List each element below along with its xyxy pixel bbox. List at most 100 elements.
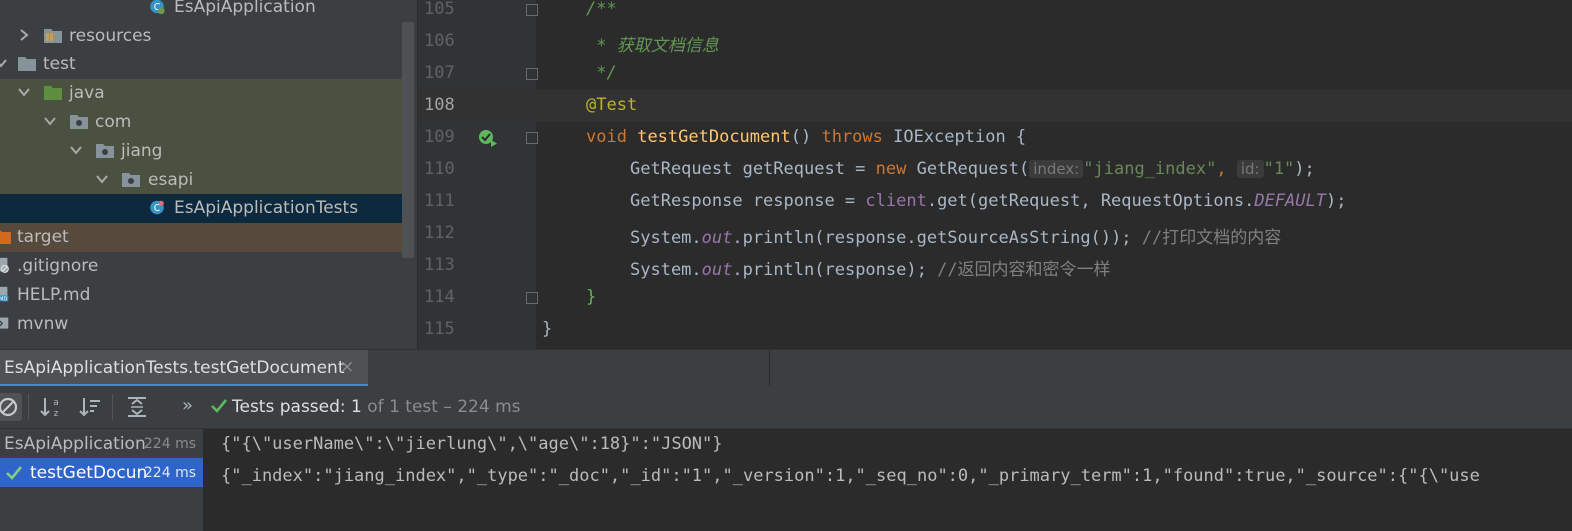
test-case-row[interactable]: testGetDocun 224 ms: [0, 458, 203, 487]
parameter-hint: id:: [1236, 160, 1264, 178]
tree-item-com[interactable]: com: [0, 108, 402, 137]
code-token: .get(getRequest, RequestOptions.: [926, 191, 1255, 211]
show-passed-toggle[interactable]: [0, 393, 22, 421]
line-number: 111: [424, 191, 455, 211]
tree-item-label: jiang: [121, 141, 163, 161]
test-source-folder-icon: [44, 86, 62, 100]
chevron-down-icon[interactable]: [17, 85, 31, 99]
code-text: @Test: [586, 95, 637, 115]
test-suite-row[interactable]: EsApiApplication 224 ms: [0, 429, 203, 458]
code-line-110[interactable]: 110 GetRequest getRequest = new GetReque…: [418, 154, 1572, 186]
code-token: .println(response.getSourceAsString());: [732, 228, 1142, 248]
doc-comment: /**: [586, 0, 617, 19]
sort-duration-icon: [79, 398, 100, 417]
line-number: 112: [424, 223, 455, 243]
ignore-file-icon: [0, 257, 9, 273]
run-test-passed-icon[interactable]: [478, 128, 498, 148]
tree-item-java[interactable]: java: [0, 79, 402, 108]
code-line-113[interactable]: 113 System.out.println(response); //返回内容…: [418, 250, 1572, 282]
code-line-105[interactable]: 105 /**: [418, 0, 1572, 26]
run-toolbar: az » Tests passed: 1 of 1 test – 224 ms: [0, 386, 1572, 429]
line-number: 106: [424, 31, 455, 51]
run-tool-window-tabs: EsApiApplicationTests.testGetDocument ×: [0, 349, 1572, 387]
annotation: @Test: [586, 95, 638, 115]
tree-item-label: resources: [69, 26, 152, 46]
tree-item-esapiapplicationtests[interactable]: C EsApiApplicationTests: [0, 194, 402, 223]
code-token: GetRequest(: [906, 159, 1030, 179]
line-number: 107: [424, 63, 455, 83]
code-token: GetRequest getRequest =: [630, 159, 876, 179]
package-icon: [70, 115, 88, 129]
script-file-icon: [0, 317, 9, 329]
code-token: GetResponse response =: [630, 191, 866, 211]
chevron-down-icon[interactable]: [95, 172, 109, 186]
console-output[interactable]: {"{\"userName\":\"jierlung\",\"age\":18}…: [203, 429, 1572, 531]
console-line: {"{\"userName\":\"jierlung\",\"age\":18}…: [221, 434, 723, 454]
code-editor[interactable]: 105 /** 106 * 获取文档信息 107 */ 108 @Test 10…: [418, 0, 1572, 349]
code-line-111[interactable]: 111 GetResponse response = client.get(ge…: [418, 186, 1572, 218]
code-token: );: [1294, 159, 1315, 179]
code-text: }: [542, 319, 553, 339]
tree-item-test[interactable]: test: [0, 50, 402, 79]
tree-item-gitignore[interactable]: .gitignore: [0, 252, 402, 281]
tree-scrollbar[interactable]: [402, 22, 414, 258]
sort-by-duration-button[interactable]: [76, 393, 104, 421]
test-results-tree: EsApiApplication 224 ms testGetDocun 224…: [0, 429, 203, 531]
code-token: .println(response);: [732, 260, 938, 280]
code-token: System.: [630, 260, 702, 280]
package-icon: [96, 144, 114, 158]
chevron-down-icon[interactable]: [0, 56, 8, 70]
tree-item-mvnw[interactable]: mvnw: [0, 310, 402, 339]
tree-item-target[interactable]: target: [0, 223, 402, 252]
code-token: );: [1326, 191, 1347, 211]
more-actions-icon[interactable]: »: [182, 395, 193, 416]
folder-icon: [18, 57, 36, 71]
code-line-108[interactable]: 108 @Test: [418, 90, 1572, 122]
code-line-106[interactable]: 106 * 获取文档信息: [418, 26, 1572, 58]
keyword: new: [875, 159, 907, 179]
project-tree-panel: C EsApiApplication resources test java c…: [0, 0, 417, 349]
fold-marker-icon[interactable]: [526, 68, 538, 80]
tree-item-resources[interactable]: resources: [0, 22, 402, 51]
test-name: EsApiApplication: [4, 434, 146, 454]
fold-marker-icon[interactable]: [526, 4, 538, 16]
status-detail: of 1 test – 224 ms: [367, 397, 521, 417]
code-text: GetRequest getRequest = new GetRequest( i…: [630, 159, 1315, 179]
test-class-icon: C: [150, 200, 164, 215]
tree-item-help-md[interactable]: MD HELP.md: [0, 281, 402, 310]
code-text: }: [586, 287, 597, 307]
code-line-112[interactable]: 112 System.out.println(response.getSourc…: [418, 218, 1572, 250]
check-icon: [211, 399, 228, 413]
close-tab-icon[interactable]: ×: [340, 357, 354, 377]
tree-item-label: esapi: [148, 170, 194, 190]
line-number: 105: [424, 0, 455, 19]
code-text: /**: [586, 0, 617, 19]
code-line-115[interactable]: 115 }: [418, 314, 1572, 346]
tree-item-esapi[interactable]: esapi: [0, 166, 402, 195]
code-line-107[interactable]: 107 */: [418, 58, 1572, 90]
code-text: GetResponse response = client.get(getReq…: [630, 191, 1346, 211]
chevron-down-icon[interactable]: [43, 114, 57, 128]
code-line-114[interactable]: 114 }: [418, 282, 1572, 314]
run-tab[interactable]: EsApiApplicationTests.testGetDocument ×: [0, 350, 368, 387]
status-label: Tests passed:: [232, 397, 346, 417]
sort-alphabetically-button[interactable]: az: [37, 393, 65, 421]
test-duration: 224 ms: [143, 436, 196, 452]
sort-az-icon: az: [40, 398, 59, 419]
svg-text:z: z: [54, 409, 59, 419]
chevron-right-icon[interactable]: [17, 28, 31, 42]
tree-item-label: com: [95, 112, 132, 132]
code-text: * 获取文档信息: [586, 31, 718, 56]
expand-all-button[interactable]: [123, 393, 151, 421]
tree-item-label: test: [43, 54, 76, 74]
code-line-109[interactable]: 109 void testGetDocument() throws IOExce…: [418, 122, 1572, 154]
line-comment: //打印文档的内容: [1141, 228, 1282, 248]
status-passed-count: 1: [351, 397, 362, 417]
tree-item-jiang[interactable]: jiang: [0, 137, 402, 166]
static-field: out: [701, 228, 733, 248]
fold-marker-icon[interactable]: [526, 292, 538, 304]
tree-item-esapiapplication[interactable]: C EsApiApplication: [0, 0, 402, 22]
code-text: */: [586, 63, 616, 83]
fold-marker-icon[interactable]: [526, 132, 538, 144]
chevron-down-icon[interactable]: [69, 143, 83, 157]
